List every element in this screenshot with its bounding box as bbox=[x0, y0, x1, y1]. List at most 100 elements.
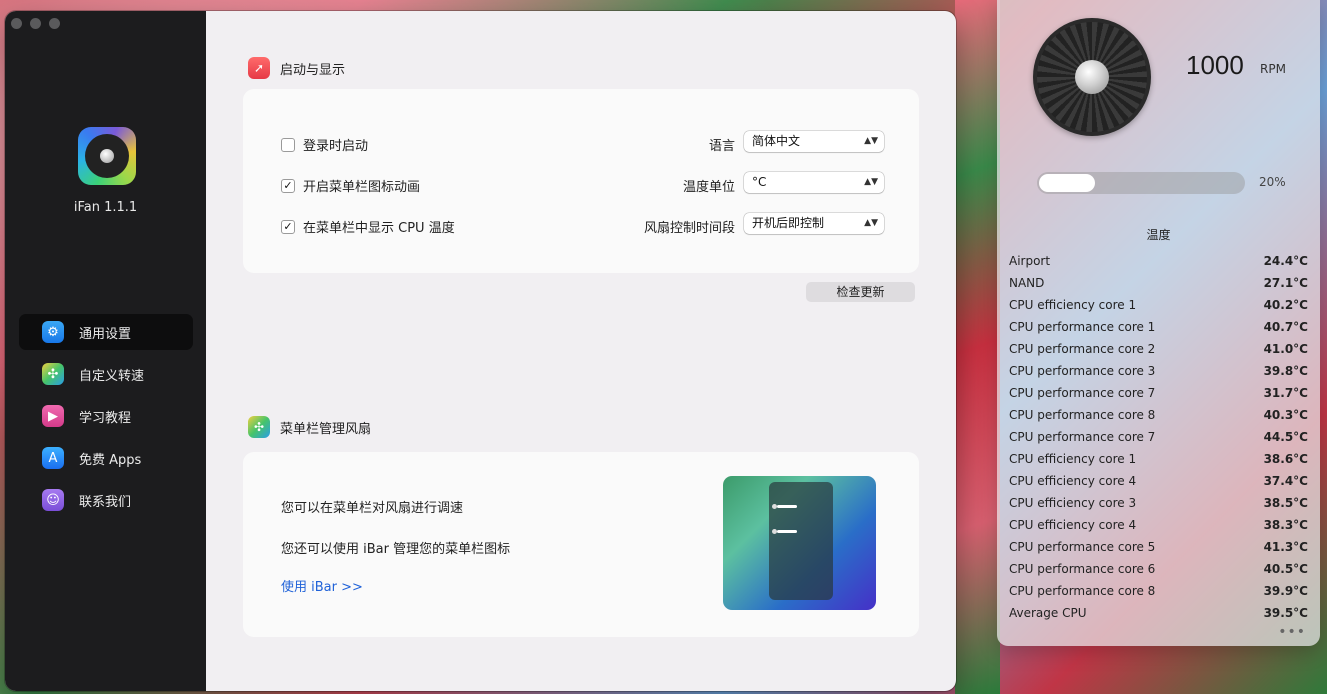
temperature-row: CPU performance core 8 39.9°C bbox=[1009, 580, 1308, 602]
sensor-name: CPU performance core 6 bbox=[1009, 562, 1156, 576]
sensor-value: 40.3°C bbox=[1263, 408, 1308, 422]
sensor-name: CPU performance core 5 bbox=[1009, 540, 1156, 554]
sensor-value: 31.7°C bbox=[1263, 386, 1308, 400]
sensor-value: 38.6°C bbox=[1263, 452, 1308, 466]
sidebar-item-free-apps[interactable]: A 免费 Apps bbox=[19, 440, 193, 476]
sensor-name: CPU performance core 7 bbox=[1009, 386, 1156, 400]
more-icon[interactable]: ••• bbox=[1278, 624, 1306, 640]
fan-icon: ✣ bbox=[42, 363, 64, 385]
section-title-menubar: ✣ 菜单栏管理风扇 bbox=[248, 416, 371, 438]
sensor-name: CPU performance core 2 bbox=[1009, 342, 1156, 356]
launch-at-login-checkbox[interactable] bbox=[281, 137, 295, 152]
menubar-animation-checkbox[interactable]: ✓ bbox=[281, 178, 295, 193]
sensor-name: CPU efficiency core 1 bbox=[1009, 298, 1137, 312]
language-label: 语言 bbox=[708, 139, 735, 154]
zoom-button[interactable] bbox=[49, 18, 60, 29]
sensor-value: 44.5°C bbox=[1263, 430, 1308, 444]
sensor-value: 27.1°C bbox=[1263, 276, 1308, 290]
chevron-updown-icon: ▲▼ bbox=[864, 177, 878, 187]
sensor-value: 24.4°C bbox=[1263, 254, 1308, 268]
temperature-row: CPU efficiency core 1 40.2°C bbox=[1009, 294, 1308, 316]
rocket-icon: ➚ bbox=[248, 57, 270, 79]
gear-icon: ⚙ bbox=[42, 321, 64, 343]
check-update-button[interactable]: 检查更新 bbox=[806, 282, 915, 302]
fan-speed-percent: 20% bbox=[1259, 175, 1286, 189]
contacts-icon: ☺ bbox=[42, 489, 64, 511]
fan-icon bbox=[1033, 18, 1151, 136]
ibar-preview-image bbox=[723, 476, 876, 610]
sensor-value: 38.5°C bbox=[1263, 496, 1308, 510]
sensor-value: 39.8°C bbox=[1263, 364, 1308, 378]
fan-icon: ✣ bbox=[248, 416, 270, 438]
sidebar-item-label: 自定义转速 bbox=[79, 368, 145, 384]
temperature-row: Average CPU 39.5°C bbox=[1009, 602, 1308, 624]
use-ibar-link[interactable]: 使用 iBar >> bbox=[281, 576, 363, 595]
temperature-row: CPU performance core 7 44.5°C bbox=[1009, 426, 1308, 448]
temperature-row: CPU efficiency core 4 37.4°C bbox=[1009, 470, 1308, 492]
window-controls bbox=[11, 18, 60, 29]
temperature-row: CPU performance core 7 31.7°C bbox=[1009, 382, 1308, 404]
sensor-value: 40.2°C bbox=[1263, 298, 1308, 312]
main-window: iFan 1.1.1 ⚙ 通用设置 ✣ 自定义转速 ▶ 学习教程 A 免费 Ap… bbox=[5, 11, 956, 691]
temperature-row: CPU performance core 6 40.5°C bbox=[1009, 558, 1308, 580]
sensor-value: 38.3°C bbox=[1263, 518, 1308, 532]
temperature-title: 温度 bbox=[1146, 228, 1171, 242]
sidebar-nav: ⚙ 通用设置 ✣ 自定义转速 ▶ 学习教程 A 免费 Apps ☺ 联系我们 bbox=[19, 314, 193, 524]
sensor-value: 40.7°C bbox=[1263, 320, 1308, 334]
launch-at-login-row[interactable]: 登录时启动 bbox=[281, 135, 368, 154]
app-name: iFan 1.1.1 bbox=[73, 200, 138, 215]
startup-card: 登录时启动 ✓ 开启菜单栏图标动画 ✓ 在菜单栏中显示 CPU 温度 语言 简体… bbox=[243, 89, 919, 273]
temperature-row: Airport 24.4°C bbox=[1009, 250, 1308, 272]
wallpaper bbox=[955, 0, 1000, 694]
sensor-name: Average CPU bbox=[1009, 606, 1087, 620]
sensor-name: CPU performance core 8 bbox=[1009, 584, 1156, 598]
temperature-row: CPU performance core 1 40.7°C bbox=[1009, 316, 1308, 338]
sidebar-item-label: 联系我们 bbox=[79, 494, 132, 510]
menubar-description-2: 您还可以使用 iBar 管理您的菜单栏图标 bbox=[281, 542, 511, 557]
minimize-button[interactable] bbox=[30, 18, 41, 29]
menubar-animation-row[interactable]: ✓ 开启菜单栏图标动画 bbox=[281, 176, 420, 195]
temperature-list: Airport 24.4°C NAND 27.1°C CPU efficiency co… bbox=[1009, 250, 1308, 624]
temperature-row: CPU efficiency core 4 38.3°C bbox=[1009, 514, 1308, 536]
temperature-row: CPU efficiency core 1 38.6°C bbox=[1009, 448, 1308, 470]
sensor-name: NAND bbox=[1009, 276, 1045, 290]
sidebar-item-custom-speed[interactable]: ✣ 自定义转速 bbox=[19, 356, 193, 392]
temperature-row: NAND 27.1°C bbox=[1009, 272, 1308, 294]
section-title-startup: ➚ 启动与显示 bbox=[248, 57, 345, 79]
temperature-row: CPU efficiency core 3 38.5°C bbox=[1009, 492, 1308, 514]
sidebar-item-tutorial[interactable]: ▶ 学习教程 bbox=[19, 398, 193, 434]
video-icon: ▶ bbox=[42, 405, 64, 427]
chevron-updown-icon: ▲▼ bbox=[864, 136, 878, 146]
sensor-name: CPU performance core 8 bbox=[1009, 408, 1156, 422]
show-cpu-temp-checkbox[interactable]: ✓ bbox=[281, 219, 295, 234]
sensor-value: 40.5°C bbox=[1263, 562, 1308, 576]
settings-content: ➚ 启动与显示 登录时启动 ✓ 开启菜单栏图标动画 ✓ 在菜单栏中显示 CPU … bbox=[206, 11, 956, 691]
sidebar-item-label: 学习教程 bbox=[79, 410, 132, 426]
temp-unit-select[interactable]: °C ▲▼ bbox=[744, 172, 884, 193]
temperature-row: CPU performance core 3 39.8°C bbox=[1009, 360, 1308, 382]
app-store-icon: A bbox=[42, 447, 64, 469]
sensor-value: 41.3°C bbox=[1263, 540, 1308, 554]
language-select[interactable]: 简体中文 ▲▼ bbox=[744, 131, 884, 152]
sensor-value: 41.0°C bbox=[1263, 342, 1308, 356]
sidebar-item-general[interactable]: ⚙ 通用设置 bbox=[19, 314, 193, 350]
close-button[interactable] bbox=[11, 18, 22, 29]
fan-control-select[interactable]: 开机后即控制 ▲▼ bbox=[744, 213, 884, 234]
menubar-description-1: 您可以在菜单栏对风扇进行调速 bbox=[281, 501, 464, 516]
chevron-updown-icon: ▲▼ bbox=[864, 218, 878, 228]
sensor-name: CPU efficiency core 4 bbox=[1009, 474, 1137, 488]
sensor-name: CPU performance core 7 bbox=[1009, 430, 1156, 444]
sidebar: iFan 1.1.1 ⚙ 通用设置 ✣ 自定义转速 ▶ 学习教程 A 免费 Ap… bbox=[5, 11, 206, 691]
temperature-row: CPU performance core 5 41.3°C bbox=[1009, 536, 1308, 558]
slider-fill[interactable] bbox=[1039, 174, 1095, 192]
sidebar-item-label: 通用设置 bbox=[79, 326, 132, 342]
show-cpu-temp-row[interactable]: ✓ 在菜单栏中显示 CPU 温度 bbox=[281, 217, 455, 236]
fan-speed-slider[interactable] bbox=[1037, 172, 1245, 194]
sensor-name: CPU performance core 3 bbox=[1009, 364, 1156, 378]
temperature-row: CPU performance core 2 41.0°C bbox=[1009, 338, 1308, 360]
app-logo bbox=[78, 127, 136, 185]
sidebar-item-contact[interactable]: ☺ 联系我们 bbox=[19, 482, 193, 518]
sensor-name: CPU efficiency core 1 bbox=[1009, 452, 1137, 466]
sidebar-item-label: 免费 Apps bbox=[79, 452, 142, 468]
sensor-name: CPU efficiency core 4 bbox=[1009, 518, 1137, 532]
